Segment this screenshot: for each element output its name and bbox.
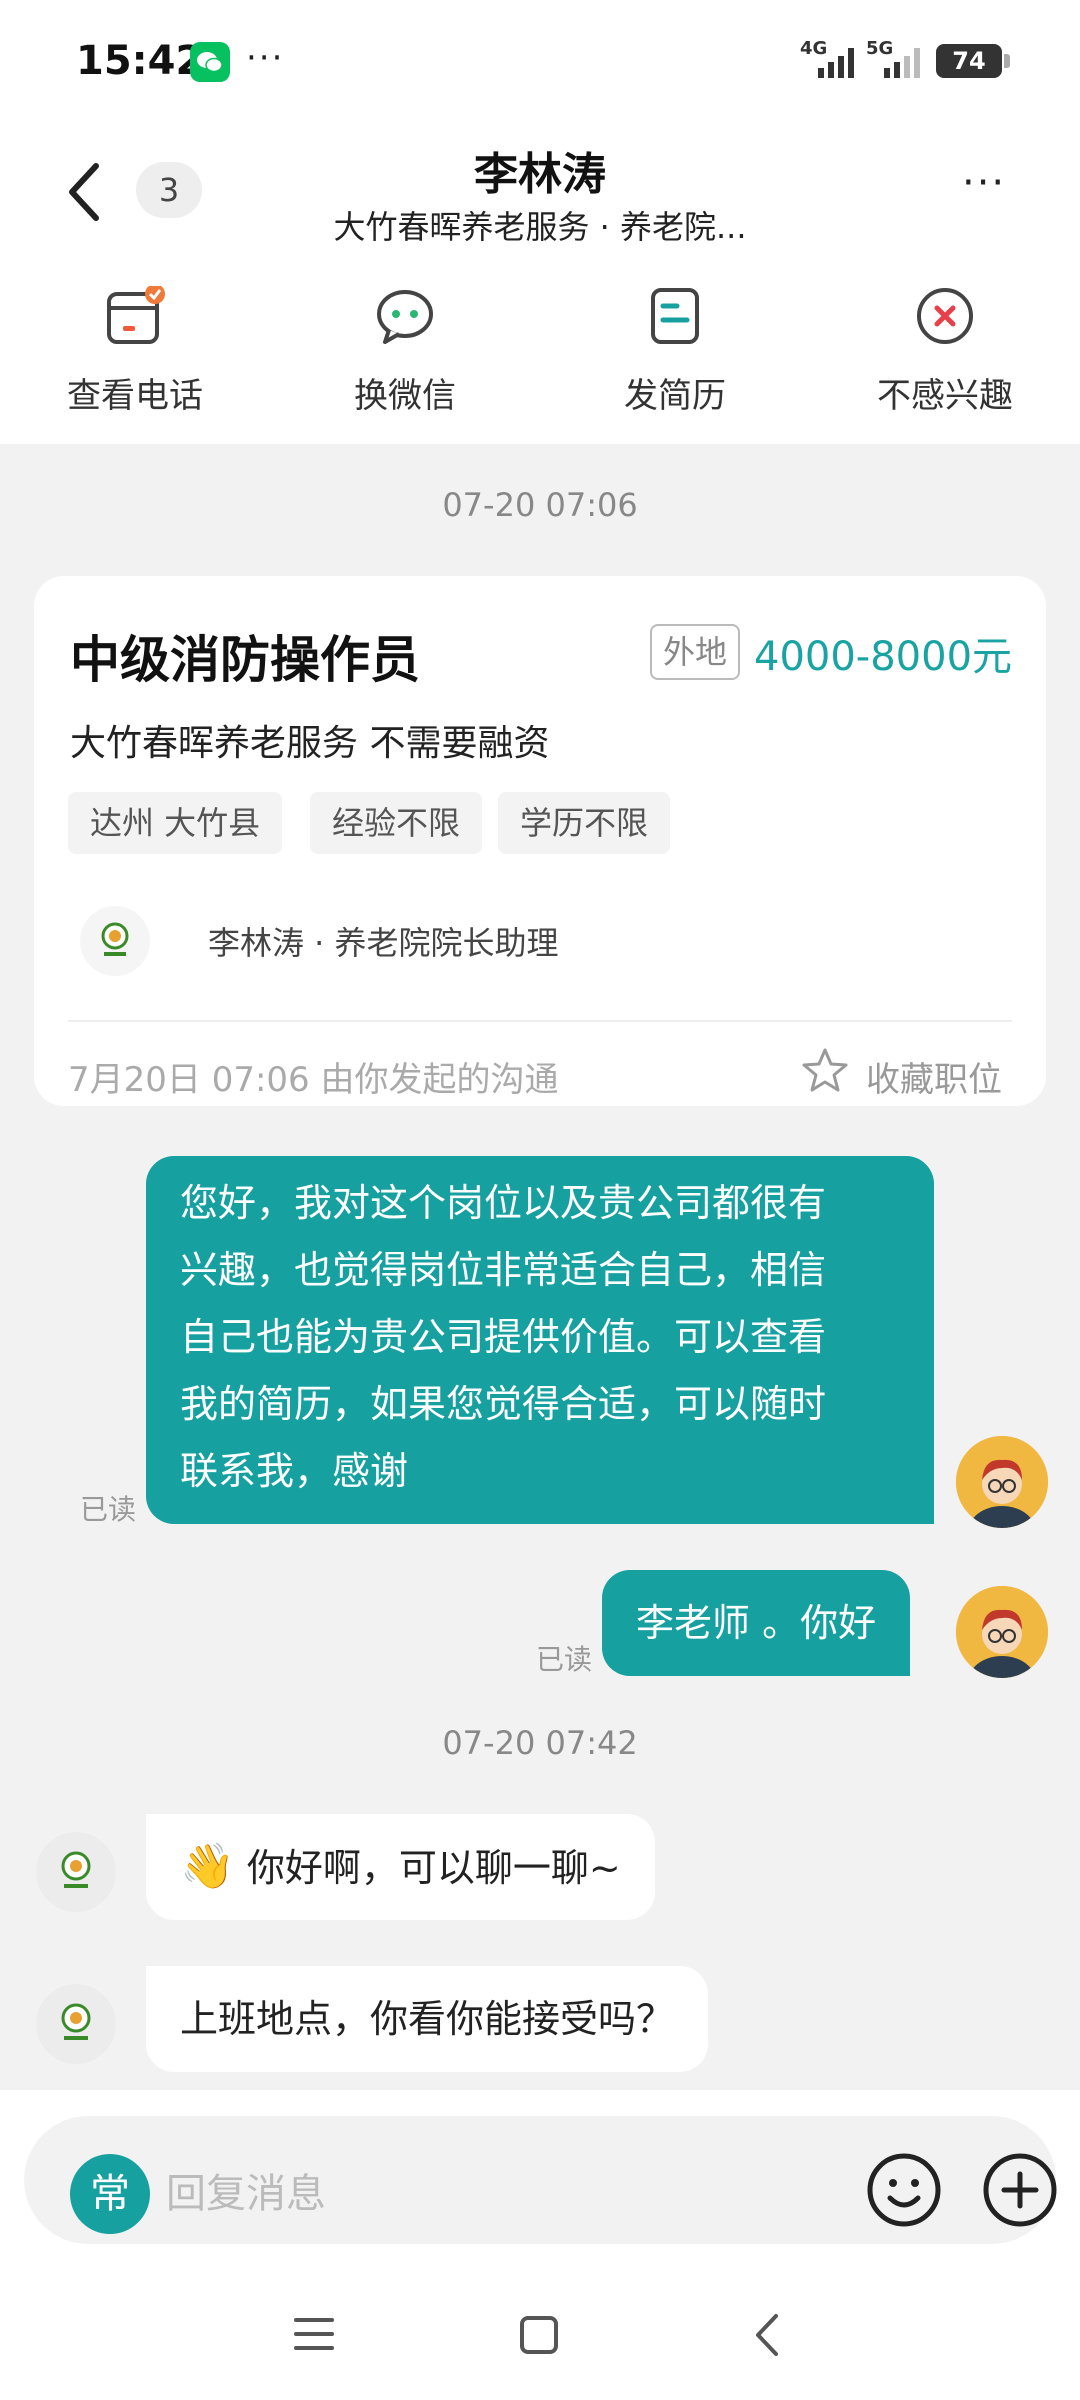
battery-icon: 74: [936, 44, 1010, 78]
salary: 4000-8000元: [754, 634, 1013, 680]
read-receipt: 已读: [80, 1493, 137, 1526]
home-icon[interactable]: [518, 2314, 560, 2356]
menu-icon[interactable]: [292, 2314, 336, 2354]
view-phone-button[interactable]: 查看电话: [0, 260, 270, 444]
message-input[interactable]: 回复消息: [166, 2156, 326, 2232]
exchange-wechat-label: 换微信: [354, 376, 456, 416]
status-time: 15:42: [76, 38, 204, 84]
not-interested-label: 不感兴趣: [877, 376, 1013, 416]
recruiter-avatar[interactable]: [36, 1832, 116, 1912]
input-bar: 常 回复消息: [0, 2090, 1080, 2274]
chat-header: 3 李林涛 大竹春晖养老服务 · 养老院... ···: [0, 120, 1080, 260]
job-card[interactable]: 中级消防操作员 外地 4000-8000元 大竹春晖养老服务 不需要融资 达州 …: [34, 576, 1046, 1106]
incoming-message[interactable]: 👋 你好啊，可以聊一聊~: [146, 1814, 655, 1920]
outgoing-message[interactable]: 李老师 。你好: [602, 1570, 911, 1676]
not-interested-icon: [917, 288, 973, 344]
conversation-initiated: 7月20日 07:06 由你发起的沟通: [68, 1060, 559, 1100]
send-resume-button[interactable]: 发简历: [540, 260, 810, 444]
job-title: 中级消防操作员: [70, 631, 420, 689]
status-bar: 15:42 ··· 4G 5G 74: [0, 0, 1080, 120]
message-line: 兴趣，也觉得岗位非常适合自己，相信: [180, 1248, 827, 1292]
card-divider: [68, 1020, 1012, 1022]
incoming-message[interactable]: 上班地点，你看你能接受吗？: [146, 1966, 709, 2072]
more-options-icon[interactable]: ···: [962, 160, 1006, 206]
plus-icon[interactable]: [980, 2150, 1060, 2230]
star-icon[interactable]: [800, 1046, 850, 1096]
company-info: 大竹春晖养老服务 不需要融资: [70, 723, 550, 764]
timestamp: 07-20 07:06: [442, 486, 638, 524]
user-avatar[interactable]: [956, 1436, 1048, 1528]
recruiter-avatar[interactable]: [36, 1984, 116, 2064]
message-line: 我的简历，如果您觉得合适，可以随时: [180, 1382, 827, 1426]
status-more-icon: ···: [246, 38, 285, 78]
read-receipt: 已读: [536, 1643, 593, 1676]
resume-icon: [651, 288, 699, 344]
message-line: 自己也能为贵公司提供价值。可以查看: [180, 1315, 827, 1359]
signal-5g-icon: [884, 48, 920, 78]
timestamp: 07-20 07:42: [442, 1724, 638, 1762]
job-tag: 经验不限: [310, 792, 483, 854]
exchange-wechat-button[interactable]: 换微信: [270, 260, 540, 444]
waving-hand-icon: 👋: [180, 1841, 235, 1892]
contact-name: 李林涛: [474, 149, 606, 200]
message-text: 你好啊，可以聊一聊~: [246, 1846, 621, 1890]
not-interested-button[interactable]: 不感兴趣: [810, 260, 1080, 444]
user-avatar[interactable]: [956, 1586, 1048, 1678]
phone-card-icon: [107, 286, 165, 344]
quick-reply-button[interactable]: 常: [70, 2154, 150, 2234]
signal-4g-icon: [818, 48, 854, 78]
outgoing-message[interactable]: 您好，我对这个岗位以及贵公司都很有 兴趣，也觉得岗位非常适合自己，相信 自己也能…: [146, 1156, 934, 1524]
recruiter-info: 李林涛 · 养老院院长助理: [208, 924, 559, 962]
action-row: 查看电话 换微信 发简历 不感兴趣: [0, 260, 1080, 444]
send-resume-label: 发简历: [624, 376, 726, 416]
job-tag: 学历不限: [498, 792, 671, 854]
favorite-job-button[interactable]: 收藏职位: [866, 1052, 1002, 1101]
wechat-notification-icon: [190, 42, 230, 82]
remote-tag: 外地: [650, 624, 740, 680]
contact-subtitle[interactable]: 大竹春晖养老服务 · 养老院...: [0, 202, 1080, 248]
view-phone-label: 查看电话: [67, 376, 203, 416]
message-line: 联系我，感谢: [180, 1449, 409, 1493]
chat-area[interactable]: 07-20 07:06 中级消防操作员 外地 4000-8000元 大竹春晖养老…: [0, 444, 1080, 2090]
nav-back-icon[interactable]: [752, 2312, 782, 2358]
job-tag: 达州 大竹县: [68, 792, 283, 854]
wechat-icon: [377, 290, 433, 344]
message-input-container[interactable]: 常 回复消息: [24, 2116, 1057, 2244]
emoji-icon[interactable]: [864, 2150, 944, 2230]
company-logo: [80, 906, 150, 976]
message-line: 您好，我对这个岗位以及贵公司都很有: [180, 1181, 827, 1225]
system-nav-bar: [0, 2274, 1080, 2400]
